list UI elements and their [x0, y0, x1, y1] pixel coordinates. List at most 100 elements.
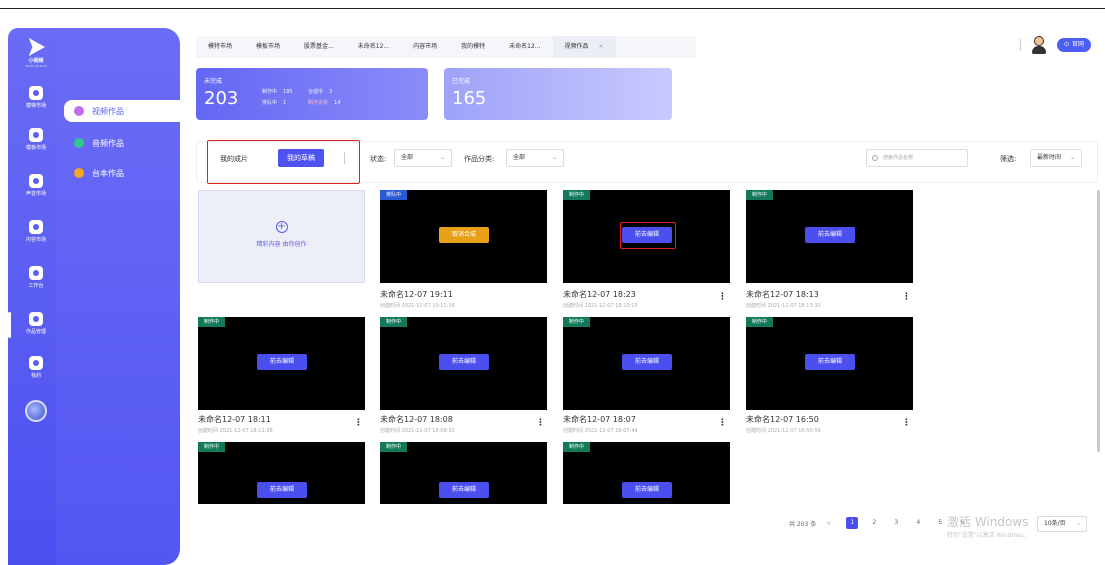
status-badge: 制作中: [563, 190, 591, 200]
tab-untitled-2[interactable]: 未命名12...: [497, 36, 552, 58]
workbench-icon: [29, 266, 43, 280]
tab-stock-fund[interactable]: 股票基金...: [292, 36, 346, 58]
status-select[interactable]: 全部 ⌄: [394, 149, 452, 167]
producing-stat: 制作中 185: [262, 89, 293, 95]
subnav-script-works[interactable]: 台本作品: [64, 162, 124, 184]
subnav-video-works[interactable]: 视频作品: [64, 100, 180, 122]
rail-item-label: 我的: [30, 373, 41, 379]
content-market-icon: [29, 220, 43, 234]
tab-template-market[interactable]: 模板市场: [244, 36, 292, 58]
rail-item-mine[interactable]: 我的: [8, 356, 64, 379]
tab-my-finished[interactable]: 我的成片: [220, 154, 248, 164]
video-card[interactable]: 制作中 前去编辑: [380, 442, 547, 504]
status-badge: 制作中: [563, 442, 591, 452]
rail-item-content-market[interactable]: 内容市场: [8, 220, 64, 243]
video-card[interactable]: 制作中 前去编辑: [563, 317, 730, 410]
close-icon[interactable]: ×: [599, 43, 604, 50]
subnav-label: 台本作品: [92, 168, 124, 178]
more-icon[interactable]: ⋮: [536, 419, 545, 428]
status-badge: 制作中: [198, 442, 226, 452]
tab-my-models[interactable]: 我的模特: [449, 36, 497, 58]
rail-item-workbench[interactable]: 工作台: [8, 266, 64, 289]
official-site-button[interactable]: ⏻ 官网: [1057, 38, 1091, 52]
windows-activation-watermark: 激活 Windows 转到"设置"以激活 Windows。: [947, 513, 1029, 539]
tab-content-market[interactable]: 内容市场: [401, 36, 449, 58]
more-icon[interactable]: ⋮: [718, 293, 727, 302]
tab-video-works[interactable]: 视频作品 ×: [552, 36, 616, 58]
search-icon: [872, 155, 878, 161]
scrollbar[interactable]: [1097, 190, 1100, 452]
go-edit-button[interactable]: 前去编辑: [257, 482, 307, 498]
unfinished-value: 203: [204, 88, 239, 109]
chevron-down-icon: ⌄: [551, 154, 557, 161]
rail-item-label: 模特市场: [25, 103, 46, 109]
finished-label: 已完成: [452, 78, 471, 85]
tab-model-market[interactable]: 模特市场: [196, 36, 244, 58]
go-edit-button[interactable]: 前去编辑: [805, 354, 855, 370]
go-edit-button[interactable]: 前去编辑: [805, 227, 855, 243]
video-card[interactable]: 制作中 前去编辑: [198, 317, 365, 410]
unfinished-stat-card[interactable]: 未完成 203 制作中 185 排队中 1 合成中 3 制作失败 14: [196, 68, 428, 120]
page-4[interactable]: 4: [912, 517, 924, 529]
model-market-icon: [29, 86, 43, 100]
page-2[interactable]: 2: [868, 517, 880, 529]
more-icon[interactable]: ⋮: [718, 419, 727, 428]
voice-market-icon: [29, 174, 43, 188]
video-card[interactable]: 制作中 前去编辑: [563, 442, 730, 504]
power-icon: ⏻: [1064, 41, 1069, 48]
more-icon[interactable]: ⋮: [902, 419, 911, 428]
rail-item-voice-market[interactable]: 声音市场: [8, 174, 64, 197]
video-card[interactable]: 制作中 前去编辑: [746, 317, 913, 410]
divider: [1020, 39, 1022, 51]
create-new-card[interactable]: + 精彩内容 由你创作: [198, 190, 365, 283]
sort-select[interactable]: 最新时间 ⌄: [1030, 149, 1082, 167]
cancel-synthesis-button[interactable]: 取消合成: [439, 227, 489, 243]
card-date: 创建时间 2021-12-07 19:11:16: [380, 303, 455, 309]
script-works-icon: [74, 168, 84, 178]
create-new-text: 精彩内容 由你创作: [256, 241, 307, 248]
card-date: 创建时间 2021-12-07 18:13:30: [746, 303, 821, 309]
chevron-down-icon: ⌄: [439, 154, 445, 161]
page-5[interactable]: 5: [934, 517, 946, 529]
go-edit-button[interactable]: 前去编辑: [439, 354, 489, 370]
video-card[interactable]: 制作中 前去编辑: [198, 442, 365, 504]
rail-item-model-market[interactable]: 模特市场: [8, 86, 64, 109]
video-card[interactable]: 制作中 前去编辑: [746, 190, 913, 283]
search-input[interactable]: 搜索作品名称: [866, 149, 968, 167]
video-card[interactable]: 制作中 前去编辑: [380, 317, 547, 410]
rail-item-label: 声音市场: [25, 191, 46, 197]
go-edit-button[interactable]: 前去编辑: [622, 354, 672, 370]
rail-item-template-market[interactable]: 模板市场: [8, 128, 64, 151]
page-1[interactable]: 1: [846, 517, 859, 529]
official-site-label: 官网: [1071, 41, 1084, 48]
go-edit-button[interactable]: 前去编辑: [439, 482, 489, 498]
subnav-audio-works[interactable]: 音频作品: [64, 132, 124, 154]
rail-item-label: 工作台: [28, 283, 44, 289]
user-avatar[interactable]: [25, 400, 47, 422]
tab-untitled-1[interactable]: 未命名12...: [346, 36, 401, 58]
more-icon[interactable]: ⋮: [354, 419, 363, 428]
status-badge: 制作中: [746, 190, 774, 200]
page-3[interactable]: 3: [890, 517, 902, 529]
rail-item-label: 模板市场: [25, 145, 46, 151]
category-select[interactable]: 全部 ⌄: [506, 149, 564, 167]
card-title: 未命名12-07 18:23: [563, 290, 636, 299]
tab-my-drafts[interactable]: 我的草稿: [278, 149, 324, 167]
prev-page-button[interactable]: <: [826, 520, 831, 527]
user-avatar-icon[interactable]: [1031, 36, 1047, 54]
page-size-select[interactable]: 10条/页 ⌄: [1037, 516, 1087, 532]
rail-item-works-management[interactable]: 作品管理: [8, 312, 64, 335]
pagination: 共 203 条 < 1 2 3 4 5 6: [789, 517, 973, 529]
logo-icon: [28, 38, 45, 56]
rail-item-label: 作品管理: [25, 329, 46, 335]
rail-item-label: 内容市场: [25, 237, 46, 243]
finished-stat-card[interactable]: 已完成 165: [444, 68, 672, 120]
more-icon[interactable]: ⋮: [902, 293, 911, 302]
card-title: 未命名12-07 18:11: [198, 415, 271, 424]
synth-stat: 合成中 3: [308, 89, 333, 95]
go-edit-button[interactable]: 前去编辑: [257, 354, 307, 370]
go-edit-button[interactable]: 前去编辑: [622, 482, 672, 498]
status-badge: 制作中: [198, 317, 226, 327]
card-date: 创建时间 2021-12-07 18:07:44: [563, 428, 638, 434]
video-card[interactable]: 排队中 取消合成: [380, 190, 547, 283]
